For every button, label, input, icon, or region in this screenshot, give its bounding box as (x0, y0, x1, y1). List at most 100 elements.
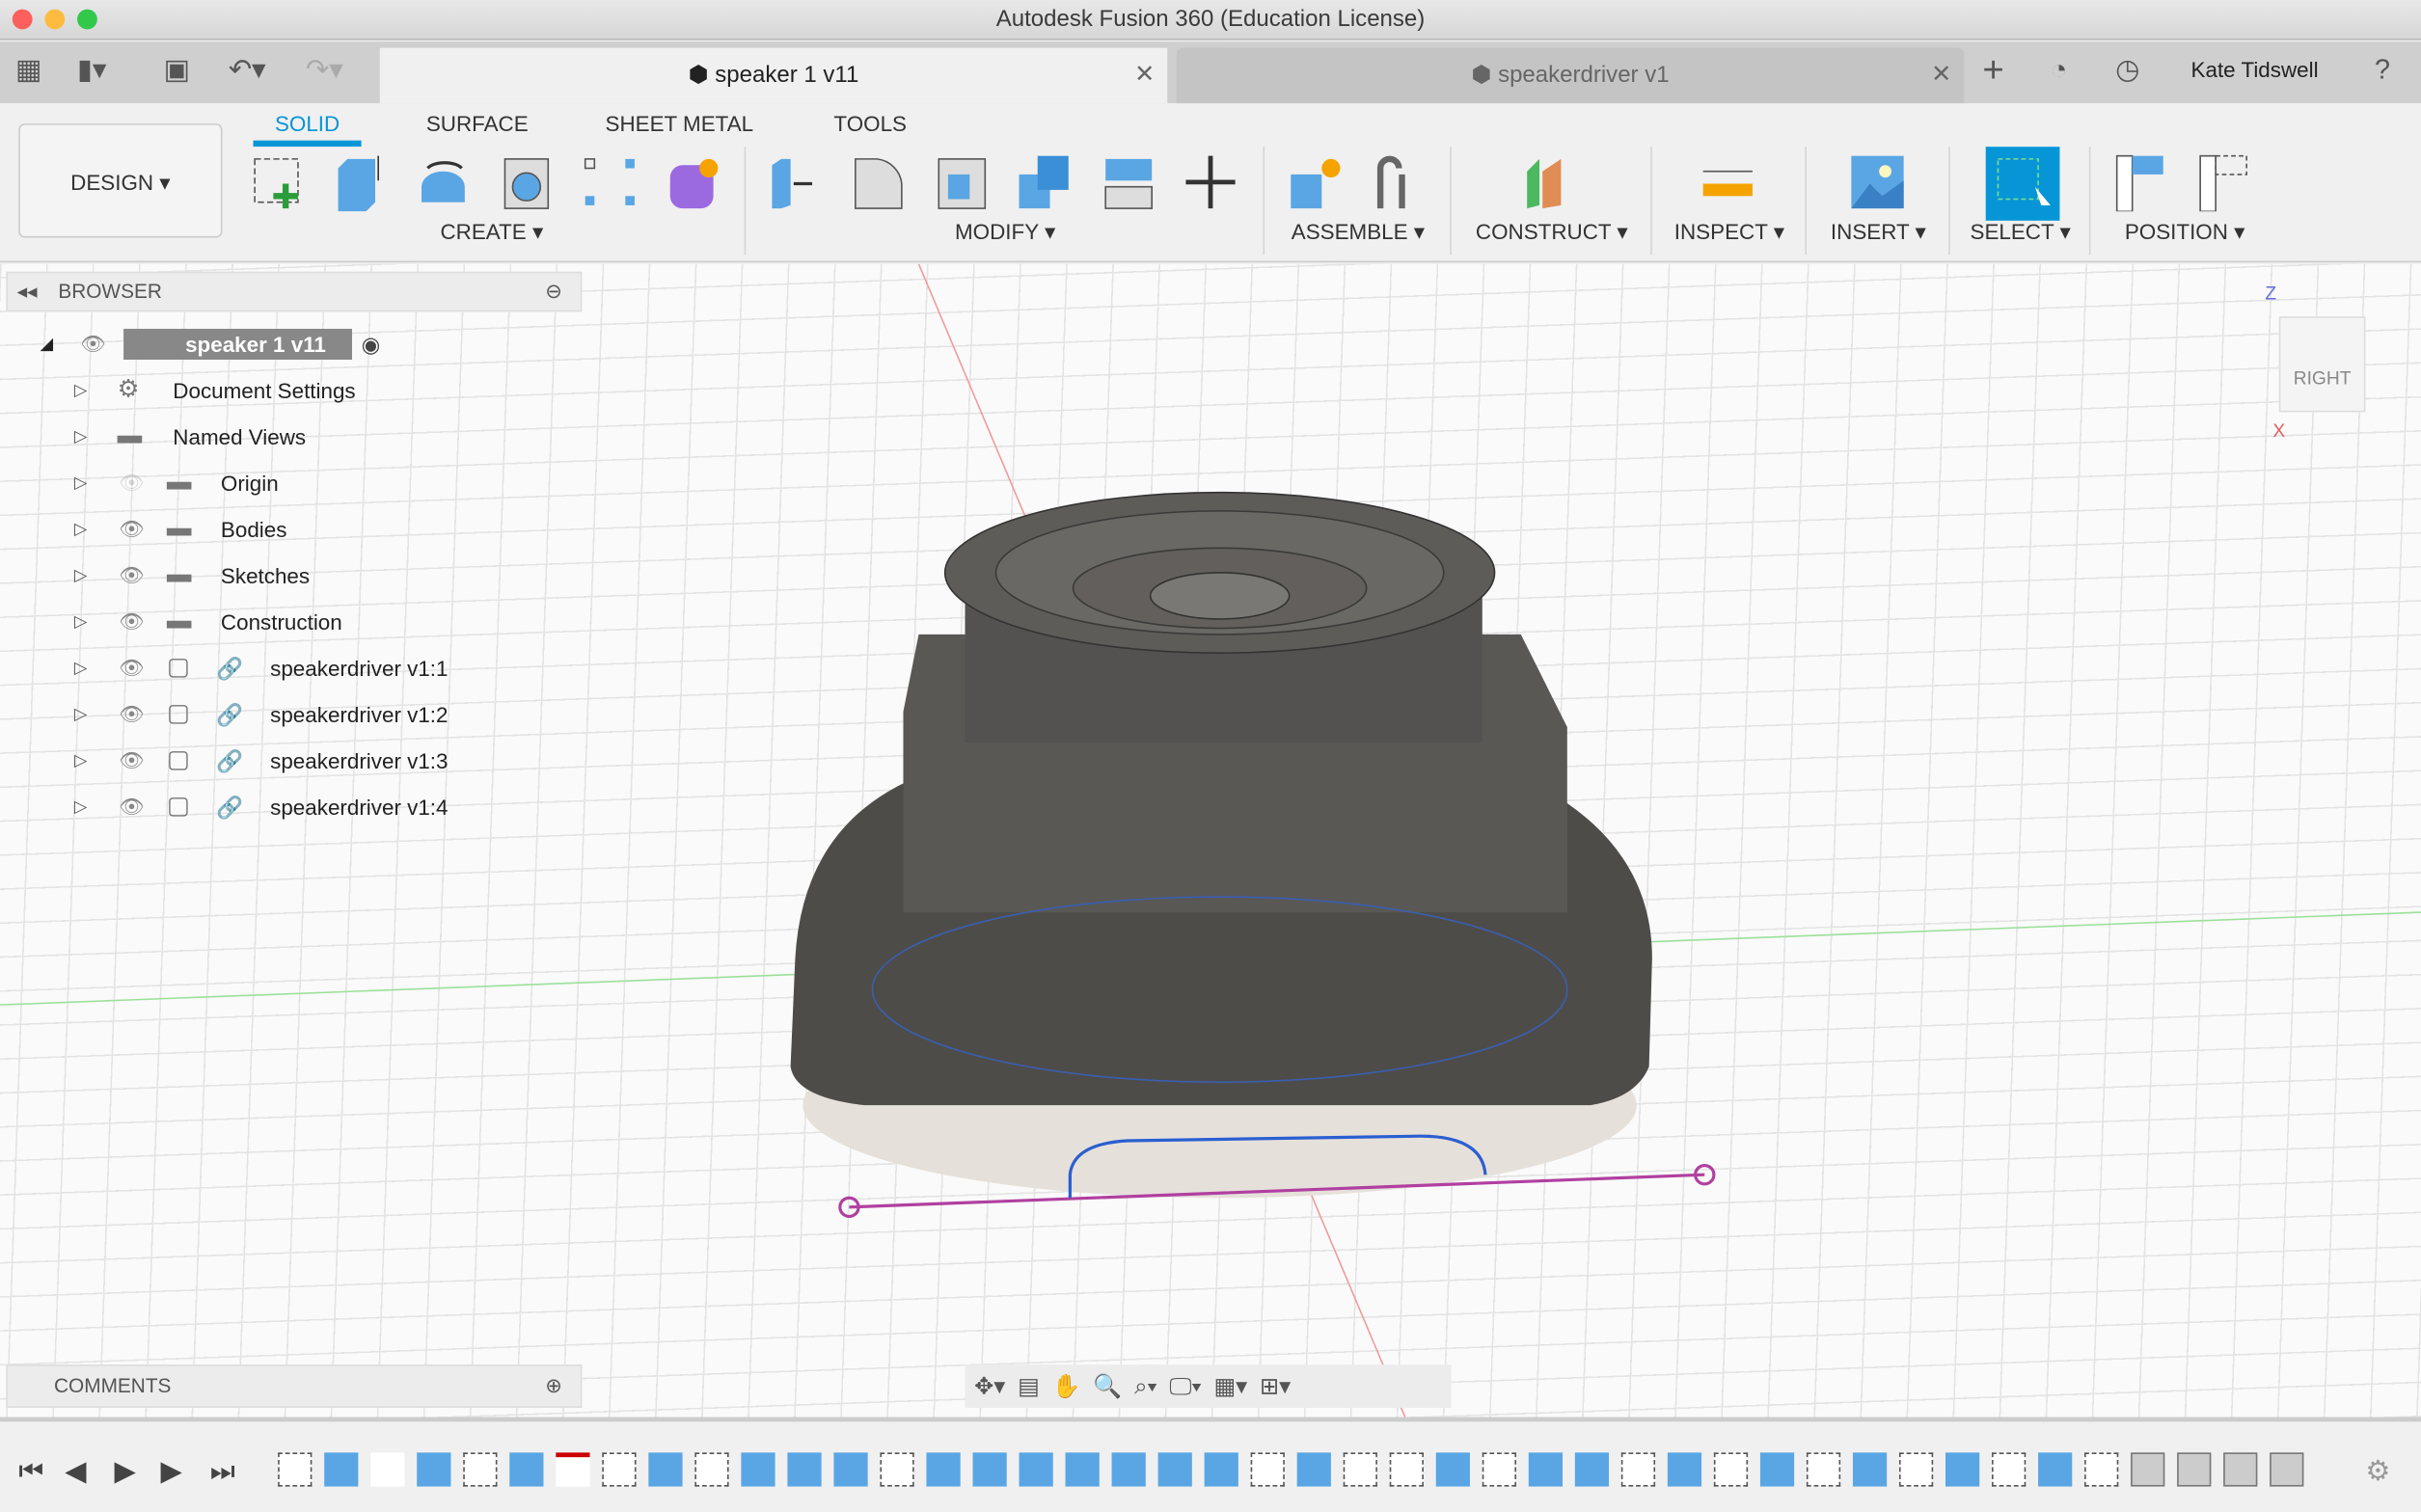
timeline-feature-joint-icon[interactable] (2270, 1452, 2304, 1487)
timeline-feature-point-icon[interactable] (324, 1452, 359, 1487)
insert-menu[interactable]: INSERT ▾ (1809, 219, 1949, 245)
eye-icon[interactable]: 👁 (119, 694, 144, 735)
user-name[interactable]: Kate Tidswell (2191, 57, 2319, 82)
combine-icon[interactable] (1016, 152, 1072, 211)
timeline-feature-sketch-icon[interactable] (1482, 1452, 1516, 1487)
grid-icon[interactable]: ▦▾ (1213, 1372, 1247, 1400)
workspace-switcher[interactable]: DESIGN ▾ (18, 123, 223, 238)
clock-icon[interactable]: ◷ (2115, 54, 2139, 87)
timeline-feature-extrude-icon[interactable] (1759, 1452, 1795, 1487)
timeline-feature-extrude-icon[interactable] (741, 1452, 775, 1487)
timeline-feature-extrude-icon[interactable] (1019, 1452, 1053, 1487)
activate-radio-icon[interactable]: ◉ (362, 324, 381, 364)
extrude-icon[interactable] (332, 152, 388, 212)
expand-triangle-icon[interactable]: ▷ (74, 741, 88, 781)
timeline-feature-extrude-icon[interactable] (1528, 1452, 1564, 1487)
select-icon[interactable] (1985, 147, 2060, 221)
timeline-feature-extrude-icon[interactable] (1435, 1452, 1470, 1487)
timeline-feature-sketch-icon[interactable] (880, 1452, 914, 1487)
pan-icon[interactable]: ✋ (1052, 1372, 1081, 1400)
offset-face-icon[interactable] (1100, 152, 1156, 211)
expand-triangle-icon[interactable]: ▷ (74, 602, 88, 642)
timeline-feature-extrude-icon[interactable] (926, 1452, 961, 1487)
select-menu[interactable]: SELECT ▾ (1951, 219, 2088, 245)
timeline-feature-sketch-icon[interactable] (1389, 1452, 1424, 1487)
eye-icon[interactable]: 👁 (119, 555, 144, 596)
move-icon[interactable] (1183, 152, 1238, 211)
step-back-icon[interactable]: ◀ (65, 1456, 86, 1489)
pin-icon[interactable]: ⊖ (545, 273, 561, 310)
timeline-feature-extrude-icon[interactable] (1111, 1452, 1146, 1487)
add-comment-icon[interactable]: ⊕ (545, 1366, 561, 1407)
timeline-feature-move-icon[interactable] (370, 1452, 405, 1487)
timeline-feature-extrude-icon[interactable] (1667, 1452, 1702, 1487)
create-sketch-icon[interactable] (249, 152, 305, 211)
timeline-feature-sketch-icon[interactable] (2084, 1452, 2119, 1487)
expand-triangle-icon[interactable]: ▷ (74, 555, 88, 596)
joint-icon[interactable] (1372, 152, 1428, 211)
expand-triangle-icon[interactable]: ▷ (74, 463, 88, 503)
tab-speaker[interactable]: ⬢ speaker 1 v11 ✕ (379, 47, 1168, 104)
timeline-feature-sketch-icon[interactable] (1713, 1452, 1749, 1487)
expand-triangle-icon[interactable]: ▷ (74, 509, 88, 550)
expand-triangle-icon[interactable]: ▷ (74, 370, 88, 411)
timeline-feature-extrude-icon[interactable] (648, 1452, 683, 1487)
save-icon[interactable]: ▣ (164, 54, 190, 87)
eye-icon[interactable]: 👁 (119, 741, 144, 781)
tab-speakerdriver[interactable]: ⬢ speakerdriver v1 ✕ (1176, 47, 1965, 104)
timeline-feature-extrude-icon[interactable] (972, 1452, 1007, 1487)
timeline-feature-sketch-icon[interactable] (1992, 1452, 2027, 1487)
eye-icon[interactable]: 👁 (119, 648, 144, 688)
timeline-feature-extrude-icon[interactable] (509, 1452, 544, 1487)
inspect-menu[interactable]: INSPECT ▾ (1653, 219, 1805, 245)
timeline-feature-sketch-icon[interactable] (1898, 1452, 1934, 1487)
tab-solid[interactable]: SOLID (253, 111, 362, 148)
assemble-menu[interactable]: ASSEMBLE ▾ (1266, 219, 1450, 245)
expand-triangle-icon[interactable]: ◢ (41, 324, 54, 364)
capture-position-icon[interactable] (2113, 152, 2169, 212)
step-forward-icon[interactable]: ▶ (160, 1456, 181, 1489)
timeline-feature-extrude-icon[interactable] (1945, 1452, 1980, 1487)
modify-menu[interactable]: MODIFY ▾ (748, 219, 1264, 245)
insert-image-icon[interactable] (1848, 152, 1904, 211)
look-at-icon[interactable]: ▤ (1018, 1372, 1040, 1400)
revolve-icon[interactable] (416, 152, 472, 211)
shell-icon[interactable] (933, 152, 989, 211)
tab-tools[interactable]: TOOLS (833, 111, 907, 136)
timeline-feature-sketch-icon[interactable] (1806, 1452, 1841, 1487)
close-tab-icon[interactable]: ✕ (1931, 48, 1951, 104)
timeline-feature-sketch-icon[interactable] (463, 1452, 498, 1487)
press-pull-icon[interactable] (766, 152, 822, 211)
timeline-feature-extrude-icon[interactable] (2038, 1452, 2073, 1487)
zoom-window-button[interactable] (77, 9, 97, 30)
expand-triangle-icon[interactable]: ▷ (74, 648, 88, 688)
timeline-feature-sketch-icon[interactable] (1343, 1452, 1377, 1487)
collapse-icon[interactable]: ◂◂ (17, 280, 38, 303)
timeline-feature-joint-icon[interactable] (2177, 1452, 2212, 1487)
eye-icon[interactable]: 👁 (80, 324, 105, 364)
comments-panel[interactable]: COMMENTS ⊕ (6, 1364, 583, 1408)
play-icon[interactable]: ▶ (114, 1456, 135, 1489)
timeline-feature-sketch-icon[interactable] (278, 1452, 313, 1487)
close-tab-icon[interactable]: ✕ (1134, 48, 1155, 104)
timeline-feature-extrude-icon[interactable] (1574, 1452, 1610, 1487)
timeline-feature-extrude-icon[interactable] (417, 1452, 451, 1487)
measure-icon[interactable] (1700, 152, 1755, 211)
expand-triangle-icon[interactable]: ▷ (74, 694, 88, 735)
new-tab-icon[interactable]: + (1982, 49, 2003, 93)
timeline-feature-sketch-icon[interactable] (602, 1452, 637, 1487)
undo-icon[interactable]: ↶▾ (229, 54, 266, 87)
timeline-feature-extrude-icon[interactable] (1065, 1452, 1100, 1487)
job-status-icon[interactable]: ◔ (2051, 54, 2067, 87)
go-to-start-icon[interactable]: ⏮ (18, 1456, 43, 1489)
minimize-window-button[interactable] (44, 9, 66, 30)
eye-hidden-icon[interactable]: 👁 (119, 463, 144, 503)
eye-icon[interactable]: 👁 (119, 602, 144, 642)
timeline-feature-extrude-icon[interactable] (1296, 1452, 1331, 1487)
close-window-button[interactable] (12, 9, 33, 30)
revert-position-icon[interactable] (2197, 152, 2253, 212)
timeline-feature-extrude-icon[interactable] (1204, 1452, 1238, 1487)
expand-triangle-icon[interactable]: ▷ (74, 787, 88, 827)
app-grid-icon[interactable]: ▦ (15, 54, 41, 87)
3d-canvas[interactable] (0, 263, 2421, 1418)
